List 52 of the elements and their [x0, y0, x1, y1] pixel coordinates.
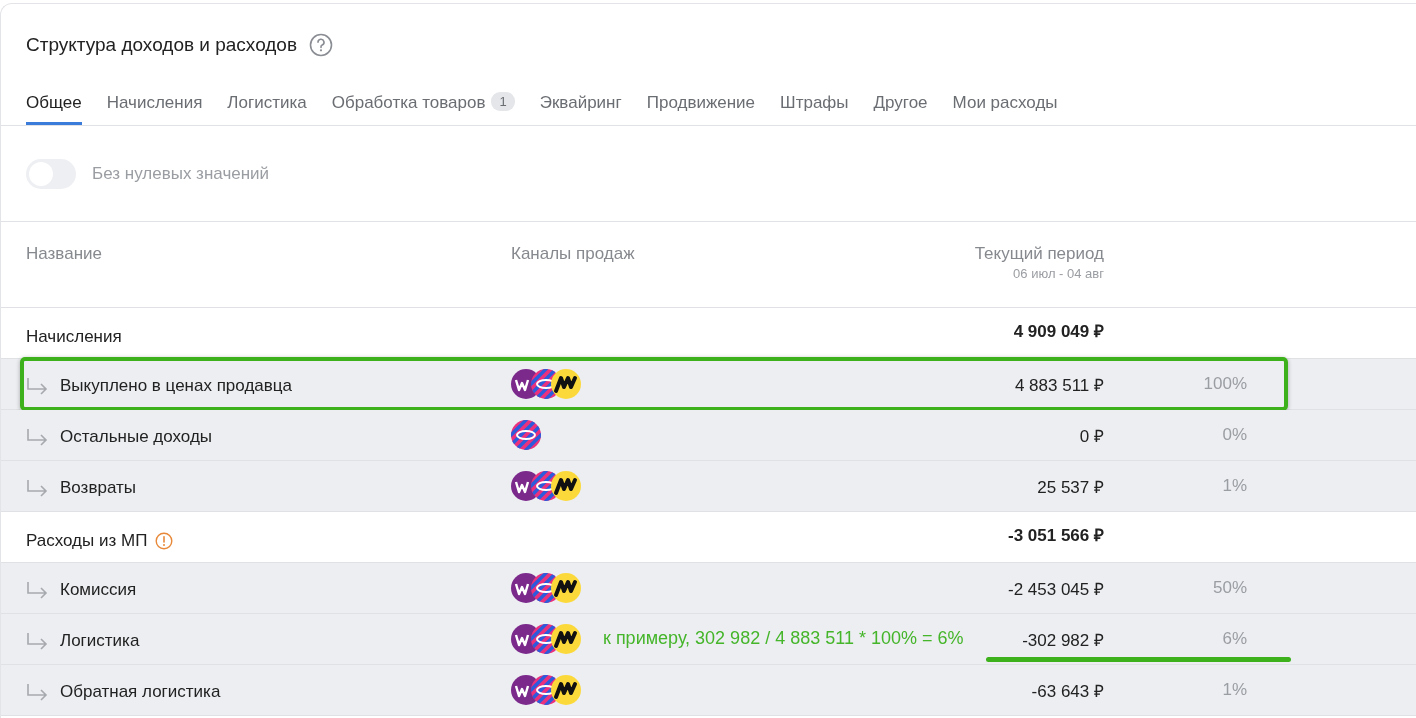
sub-item-arrow-icon [26, 632, 48, 650]
share-percent: 1% [1221, 680, 1247, 700]
marketplace-logo-icon [551, 675, 581, 705]
sub-item-arrow-icon [26, 479, 48, 497]
annotation-note: к примеру, 302 982 / 4 883 511 * 100% = 6% [603, 628, 964, 649]
sub-item-arrow-icon [26, 428, 48, 446]
group-name: Расходы из МП [26, 531, 148, 551]
share-percent: 0% [1221, 425, 1247, 445]
amount: 0 ₽ [1079, 426, 1104, 446]
tab[interactable]: Общее [26, 93, 82, 125]
amount-total: -3 051 566 ₽ [1007, 524, 1104, 547]
column-header: Название [26, 244, 103, 264]
item-name: Остальные доходы [60, 427, 213, 447]
marketplace-logo-icon [551, 573, 581, 603]
tab[interactable]: Логистика [227, 93, 307, 125]
help-icon [309, 33, 334, 57]
item-name: Обратная логистика [60, 682, 221, 702]
share-percent: 100% [1202, 374, 1247, 394]
tab[interactable]: Эквайринг [539, 93, 622, 125]
section-title: Структура доходов и расходов [26, 34, 298, 56]
tab[interactable]: Обработка товаров 1 [331, 93, 515, 125]
item-name: Возвраты [60, 478, 136, 498]
marketplace-logo-icon [511, 420, 541, 450]
tab[interactable]: Мои расходы [952, 93, 1058, 125]
tab[interactable]: Начисления [106, 93, 203, 125]
sub-item-arrow-icon [26, 377, 48, 395]
share-percent: 1% [1221, 476, 1247, 496]
amount: 25 537 ₽ [1037, 477, 1104, 497]
marketplace-logo-icon [551, 471, 581, 501]
toggle-label: Без нулевых значений [92, 163, 270, 184]
item-name: Логистика [60, 631, 140, 651]
count-badge: 1 [491, 92, 515, 111]
tab[interactable]: Другое [873, 93, 928, 125]
group-name: Начисления [26, 327, 122, 347]
amount: -302 982 ₽ [1022, 630, 1104, 650]
column-header: Каналы продаж [511, 244, 636, 264]
share-percent: 6% [1221, 629, 1247, 649]
column-header: Текущий период [973, 244, 1104, 264]
amount: 4 883 511 ₽ [1014, 375, 1104, 395]
item-name: Комиссия [60, 580, 137, 600]
marketplace-logo-icon [551, 369, 581, 399]
amount: -63 643 ₽ [1031, 681, 1104, 701]
amount-total: 4 909 049 ₽ [1012, 320, 1104, 343]
marketplace-logo-icon [551, 624, 581, 654]
amount: -2 453 045 ₽ [1008, 579, 1104, 599]
share-percent: 50% [1211, 578, 1247, 598]
tab[interactable]: Продвижение [646, 93, 756, 125]
item-name: Выкуплено в ценах продавца [60, 376, 292, 396]
period-range: 06 июл - 04 авг [1012, 266, 1104, 281]
sub-item-arrow-icon [26, 683, 48, 701]
sub-item-arrow-icon [26, 581, 48, 599]
tab[interactable]: Штрафы [780, 93, 849, 125]
